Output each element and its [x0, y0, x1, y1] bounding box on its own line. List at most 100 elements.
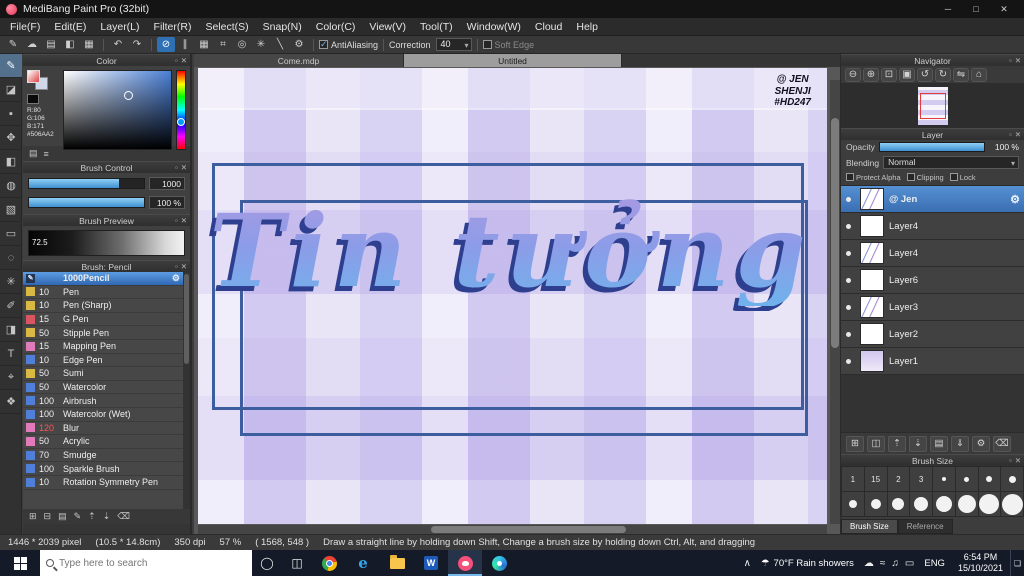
panel-close-icon[interactable]: ✕ [1015, 456, 1021, 465]
start-button[interactable] [0, 550, 40, 576]
foreground-swatch[interactable] [27, 70, 40, 83]
lock-checkbox[interactable] [949, 173, 958, 181]
hue-marker[interactable] [177, 117, 185, 126]
brush-size-preset[interactable] [864, 492, 887, 516]
select-eraser-tool[interactable]: ◨ [0, 318, 22, 342]
magic-wand-tool[interactable]: ✳ [0, 270, 22, 294]
snap-cross-icon[interactable]: ⌗ [214, 37, 232, 52]
brush-item[interactable]: 15 Mapping Pen [23, 340, 190, 354]
dot-tool[interactable]: ▪ [0, 102, 22, 126]
tab-brush-size[interactable]: Brush Size [841, 519, 898, 534]
brush-size-preset[interactable] [933, 467, 955, 491]
delete-brush-icon[interactable]: ⌫ [117, 511, 130, 522]
panel-detach-icon[interactable]: ▫ [1009, 130, 1012, 139]
brush-item[interactable]: 50 Sumi [23, 367, 190, 381]
rotate-left-icon[interactable]: ↺ [917, 67, 933, 82]
brush-item[interactable]: 100 Airbrush [23, 394, 190, 408]
protect-alpha-toggle[interactable]: Protect Alpha [846, 173, 901, 182]
select-pen-tool[interactable]: ✐ [0, 294, 22, 318]
brush-icon[interactable]: ✎ [4, 37, 22, 52]
taskbar-app-edge[interactable]: e [346, 550, 380, 576]
clock[interactable]: 6:54 PM 15/10/2021 [951, 550, 1010, 576]
taskbar-search-input[interactable] [59, 557, 246, 569]
saturation-value-picker[interactable] [63, 70, 172, 150]
menu-filter[interactable]: Filter(R) [147, 21, 199, 33]
volume-icon[interactable]: ♫ [891, 558, 899, 569]
fill-tool[interactable]: ◧ [0, 150, 22, 174]
zoom-out-icon[interactable]: ⊖ [845, 67, 861, 82]
brush-settings-icon[interactable]: ⚙ [172, 273, 180, 284]
add-layer-icon[interactable]: ⊞ [846, 435, 864, 452]
soft-edge-checkbox[interactable] [482, 40, 492, 49]
flip-horizontal-icon[interactable]: ⇋ [953, 67, 969, 82]
layer-visibility-icon[interactable] [841, 359, 855, 364]
panel-detach-icon[interactable]: ▫ [175, 163, 178, 172]
hand-tool[interactable]: ❖ [0, 390, 22, 414]
weather-widget[interactable]: ☂ 70°F Rain showers [755, 550, 860, 576]
panel-close-icon[interactable]: ✕ [1015, 56, 1021, 65]
layer-row[interactable]: @ Jen ⚙ [841, 186, 1024, 213]
brush-tool[interactable]: ✎ [0, 54, 22, 78]
snap-settings-icon[interactable]: ⚙ [290, 37, 308, 52]
menu-view[interactable]: View(V) [362, 21, 413, 33]
eraser-tool[interactable]: ◪ [0, 78, 22, 102]
close-button[interactable]: ✕ [990, 0, 1018, 18]
language-indicator[interactable]: ENG [918, 550, 951, 576]
layer-row[interactable]: Layer2 [841, 321, 1024, 348]
brush-item[interactable]: 10 Rotation Symmetry Pen [23, 476, 190, 490]
panel-detach-icon[interactable]: ▫ [175, 56, 178, 65]
lasso-tool[interactable]: ◌ [0, 246, 22, 270]
bucket-tool[interactable]: ◍ [0, 174, 22, 198]
layer-settings-icon[interactable]: ⚙ [972, 435, 990, 452]
minimize-button[interactable]: ─ [934, 0, 962, 18]
taskbar-app-chrome[interactable] [312, 550, 346, 576]
taskbar-app-word[interactable]: W [414, 550, 448, 576]
layer-visibility-icon[interactable] [841, 332, 855, 337]
brush-item[interactable]: ✎ 1000Pencil ⚙ [23, 272, 190, 286]
correction-dropdown[interactable]: 40 [435, 38, 472, 51]
brush-size-preset[interactable]: 1 [842, 467, 864, 491]
brush-item[interactable]: 120 Blur [23, 422, 190, 436]
brush-size-preset[interactable] [955, 492, 978, 516]
panel-close-icon[interactable]: ✕ [1015, 130, 1021, 139]
layer-up-icon[interactable]: ⇡ [888, 435, 906, 452]
panel-close-icon[interactable]: ✕ [181, 216, 187, 225]
actual-size-icon[interactable]: ▣ [899, 67, 915, 82]
menu-cloud[interactable]: Cloud [528, 21, 569, 33]
task-view-button[interactable]: ◫ [282, 550, 312, 576]
taskbar-app-medibang[interactable] [448, 550, 482, 576]
add-brush-icon[interactable]: ⊞ [29, 511, 37, 522]
menu-tool[interactable]: Tool(T) [413, 21, 460, 33]
menu-color[interactable]: Color(C) [309, 21, 363, 33]
delete-layer-icon[interactable]: ⌫ [993, 435, 1011, 452]
action-center-icon[interactable]: ❏ [1010, 550, 1024, 576]
brush-list-scrollbar[interactable] [183, 272, 190, 509]
panel-close-icon[interactable]: ✕ [181, 163, 187, 172]
brush-size-preset[interactable] [955, 467, 978, 491]
snap-curve-icon[interactable]: ╲ [271, 37, 289, 52]
taskbar-app-explorer[interactable] [380, 550, 414, 576]
soft-edge-toggle[interactable]: Soft Edge [482, 40, 534, 50]
panel-detach-icon[interactable]: ▫ [175, 262, 178, 271]
antialiasing-toggle[interactable]: AntiAliasing [319, 39, 378, 50]
brush-size-preset[interactable] [1001, 467, 1023, 491]
layer-visibility-icon[interactable] [841, 278, 855, 283]
brush-size-preset[interactable] [842, 492, 864, 516]
blending-dropdown[interactable]: Normal [883, 156, 1019, 169]
lock-toggle[interactable]: Lock [949, 173, 976, 182]
wifi-icon[interactable]: ≈ [880, 558, 886, 569]
layer-row[interactable]: Layer6 [841, 267, 1024, 294]
panel-close-icon[interactable]: ✕ [181, 262, 187, 271]
edit-brush-icon[interactable]: ✎ [74, 511, 82, 522]
battery-icon[interactable]: ▭ [905, 558, 914, 569]
brush-size-value[interactable]: 1000 [149, 177, 185, 190]
brush-size-preset[interactable]: 2 [887, 467, 910, 491]
layer-settings-icon[interactable]: ⚙ [1010, 193, 1020, 206]
rotate-right-icon[interactable]: ↻ [935, 67, 951, 82]
panel-detach-icon[interactable]: ▫ [1009, 456, 1012, 465]
layer-visibility-icon[interactable] [841, 224, 855, 229]
protect-alpha-checkbox[interactable] [846, 173, 854, 181]
redo-icon[interactable]: ↷ [128, 37, 146, 52]
save-icon[interactable]: ▤ [42, 37, 60, 52]
brush-size-preset[interactable] [978, 492, 1001, 516]
